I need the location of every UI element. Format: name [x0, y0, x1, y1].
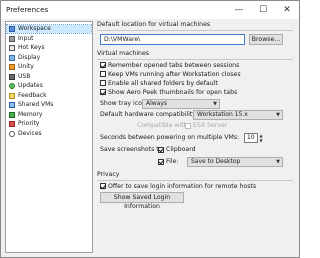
keep-vms-running-checkbox[interactable]: [100, 71, 106, 77]
sidebar-item-priority[interactable]: Priority: [7, 120, 91, 128]
sidebar-item-label: Shared VMs: [18, 101, 54, 108]
sidebar-item-label: USB: [18, 72, 31, 80]
seconds-between-label: Seconds between powering on multiple VMs…: [100, 134, 240, 141]
unity-icon: [9, 64, 15, 70]
sidebar-item-label: Updates: [18, 82, 43, 89]
show-saved-login-button[interactable]: Show Saved Login Information: [100, 192, 184, 210]
chevron-down-icon: ▼: [276, 159, 280, 165]
sidebar-item-label: Devices: [18, 129, 42, 137]
sidebar-item-memory[interactable]: Memory: [7, 111, 91, 119]
preferences-window: Preferences — ☐ ✕ Workspace Input Hot Ke…: [0, 0, 300, 258]
file-label: File:: [166, 158, 179, 165]
sidebar-item-label: Workspace: [18, 25, 51, 32]
stepper-down-icon[interactable]: ▼: [258, 138, 264, 143]
file-location-value: Save to Desktop: [191, 158, 241, 165]
offer-save-login-checkbox[interactable]: [100, 183, 106, 189]
workspace-icon: [9, 26, 15, 32]
aero-peek-checkbox[interactable]: [100, 89, 106, 95]
aero-peek-label: Show Aero Peek thumbnails for open tabs: [108, 88, 238, 96]
hot-keys-icon: [9, 45, 15, 51]
window-title: Preferences: [6, 5, 49, 14]
shared-vms-icon: [9, 102, 15, 108]
compatible-with-label: Compatible with:: [137, 122, 190, 129]
hw-compat-value: Workstation 15.x: [197, 111, 248, 118]
seconds-input[interactable]: 10: [244, 133, 258, 143]
clipboard-label: Clipboard: [166, 146, 196, 153]
enable-shared-folders-checkbox[interactable]: [100, 80, 106, 86]
chevron-down-icon: ▼: [213, 101, 217, 107]
file-location-select[interactable]: Save to Desktop ▼: [187, 157, 283, 167]
seconds-stepper[interactable]: ▲ ▼: [258, 133, 264, 143]
sidebar-item-shared-vms[interactable]: Shared VMs: [7, 101, 91, 109]
sidebar-item-label: Unity: [18, 63, 34, 70]
sidebar-item-label: Input: [18, 34, 34, 42]
sidebar-item-label: Feedback: [18, 91, 47, 99]
priority-icon: [9, 121, 15, 127]
title-bar: Preferences — ☐ ✕: [1, 1, 299, 19]
sidebar-item-usb[interactable]: USB: [7, 73, 91, 81]
sidebar-item-label: Hot Keys: [18, 44, 45, 51]
offer-save-login-label: Offer to save login information for remo…: [108, 182, 257, 190]
esx-server-label: ESX Server: [193, 122, 228, 129]
default-location-separator: [97, 30, 293, 31]
sidebar-item-devices[interactable]: Devices: [7, 130, 91, 138]
esx-server-checkbox[interactable]: [185, 122, 191, 129]
sidebar-item-input[interactable]: Input: [7, 35, 91, 43]
sidebar-item-hot-keys[interactable]: Hot Keys: [7, 44, 91, 52]
minimize-icon[interactable]: —: [227, 1, 251, 19]
virtual-machines-heading: Virtual machines: [97, 50, 149, 57]
enable-shared-folders-label: Enable all shared folders by default: [108, 79, 218, 87]
sidebar-item-label: Display: [18, 53, 41, 61]
remember-tabs-checkbox[interactable]: [100, 62, 106, 68]
feedback-icon: [9, 92, 15, 99]
privacy-heading: Privacy: [97, 171, 120, 178]
show-tray-icon-value: Always: [146, 100, 168, 107]
devices-icon: [9, 130, 15, 137]
show-tray-icon-select[interactable]: Always ▼: [142, 99, 220, 109]
sidebar-item-label: Memory: [18, 110, 43, 118]
updates-icon: [9, 83, 15, 89]
show-tray-icon-label: Show tray icon:: [100, 100, 148, 107]
memory-icon: [9, 111, 15, 118]
sidebar-item-display[interactable]: Display: [7, 54, 91, 62]
remember-tabs-label: Remember opened tabs between sessions: [108, 61, 240, 69]
file-checkbox[interactable]: [158, 158, 164, 165]
virtual-machines-separator: [97, 59, 293, 60]
close-icon[interactable]: ✕: [275, 1, 299, 19]
dialog-body: Workspace Input Hot Keys Display Unity U…: [1, 19, 299, 257]
sidebar-item-unity[interactable]: Unity: [7, 63, 91, 71]
default-location-label: Default location for virtual machines: [97, 21, 211, 28]
maximize-icon[interactable]: ☐: [251, 1, 275, 19]
save-screenshots-label: Save screenshots to:: [100, 146, 165, 153]
display-icon: [9, 54, 15, 61]
keep-vms-running-label: Keep VMs running after Workstation close…: [108, 70, 241, 78]
usb-icon: [9, 73, 15, 80]
privacy-separator: [97, 180, 293, 181]
hw-compat-label: Default hardware compatibility:: [100, 111, 198, 118]
hw-compat-select[interactable]: Workstation 15.x ▼: [193, 110, 283, 120]
sidebar-item-updates[interactable]: Updates: [7, 82, 91, 90]
sidebar-item-feedback[interactable]: Feedback: [7, 92, 91, 100]
sidebar-item-workspace[interactable]: Workspace: [6, 23, 92, 35]
input-icon: [9, 35, 15, 42]
clipboard-checkbox[interactable]: [158, 146, 164, 153]
default-location-field[interactable]: D:\VMWare\: [100, 34, 245, 45]
browse-button[interactable]: Browse...: [249, 34, 283, 45]
chevron-down-icon: ▼: [276, 112, 280, 118]
sidebar-item-label: Priority: [18, 120, 40, 127]
category-list: Workspace Input Hot Keys Display Unity U…: [5, 21, 93, 253]
